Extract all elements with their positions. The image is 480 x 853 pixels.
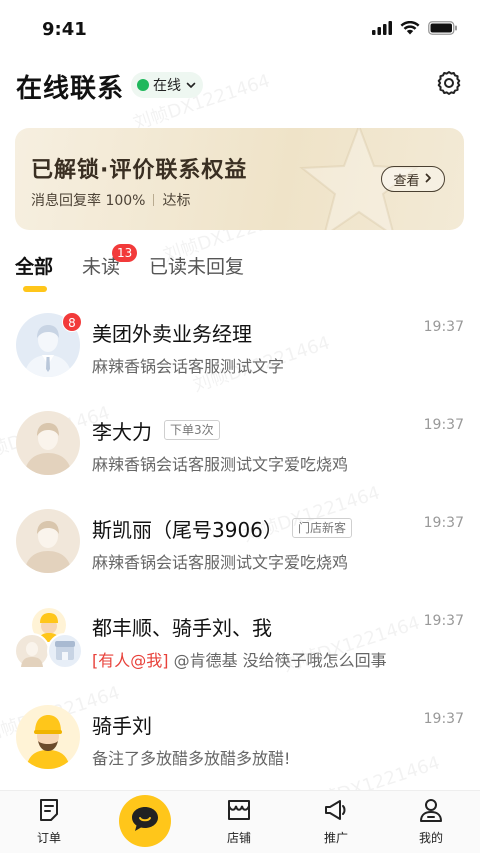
tabbar-store[interactable]: 店铺 xyxy=(209,797,269,846)
rider-avatar xyxy=(16,705,80,769)
conversation-preview: 麻辣香锅会话客服测试文字爱吃烧鸡 xyxy=(92,553,349,572)
online-status-label: 在线 xyxy=(153,78,181,94)
header: 在线联系 在线 xyxy=(0,62,480,110)
tabbar-label: 我的 xyxy=(418,831,443,845)
conversation-name: 骑手刘 xyxy=(92,714,152,738)
conversation-time: 19:37 xyxy=(423,319,464,335)
signal-icon xyxy=(372,20,392,39)
conversation-item[interactable]: 8 美团外卖业务经理 麻辣香锅会话客服测试文字 19:37 xyxy=(0,305,480,401)
view-button[interactable]: 查看 xyxy=(381,166,445,192)
conversation-preview: 备注了多放醋多放醋多放醋! xyxy=(92,749,291,768)
user-avatar xyxy=(16,509,80,573)
conversation-item[interactable]: 斯凯丽（尾号3906） 门店新客 麻辣香锅会话客服测试文字爱吃烧鸡 19:37 xyxy=(0,501,480,597)
status-bar: 9:41 xyxy=(0,0,480,60)
divider xyxy=(153,194,155,206)
wifi-icon xyxy=(400,20,420,39)
conversation-name: 斯凯丽（尾号3906） xyxy=(92,518,283,542)
conversation-name: 美团外卖业务经理 xyxy=(92,322,252,346)
chat-icon xyxy=(130,805,160,837)
chat-tab-button[interactable] xyxy=(119,795,171,847)
chevron-down-icon xyxy=(185,76,197,95)
conversation-preview: 麻辣香锅会话客服测试文字 xyxy=(92,357,285,376)
bottom-tab-bar: 订单 店铺 推广 我的 xyxy=(0,790,480,853)
conversation-preview-text: @肯德基 没给筷子哦怎么回事 xyxy=(173,651,387,670)
tabbar-orders[interactable]: 订单 xyxy=(19,797,79,846)
conversation-preview: 麻辣香锅会话客服测试文字爱吃烧鸡 xyxy=(92,455,349,474)
conversation-item[interactable]: 李大力 下单3次 麻辣香锅会话客服测试文字爱吃烧鸡 19:37 xyxy=(0,403,480,499)
order-count-tag: 下单3次 xyxy=(164,420,220,440)
active-tab-indicator xyxy=(23,286,47,292)
status-icons xyxy=(372,20,458,39)
page-title: 在线联系 xyxy=(16,74,125,104)
new-customer-tag: 门店新客 xyxy=(292,518,353,538)
tabbar-profile[interactable]: 我的 xyxy=(401,797,461,846)
conversation-name: 都丰顺、骑手刘、我 xyxy=(92,616,272,640)
user-avatar xyxy=(16,411,80,475)
standard-text: 达标 xyxy=(162,193,191,209)
status-time: 9:41 xyxy=(42,19,87,40)
rights-banner[interactable]: 已解锁·评价联系权益 消息回复率 100% 达标 查看 xyxy=(15,128,464,230)
conversation-time: 19:37 xyxy=(423,417,464,433)
conversation-name: 李大力 xyxy=(92,420,152,444)
conversation-time: 19:37 xyxy=(423,515,464,531)
conversation-item[interactable]: 骑手刘 备注了多放醋多放醋多放醋! 19:37 xyxy=(0,697,480,793)
online-status-dropdown[interactable]: 在线 xyxy=(131,72,203,98)
banner-title: 已解锁·评价联系权益 xyxy=(31,158,248,183)
mention-tag: [有人@我] xyxy=(92,651,169,670)
chevron-right-icon xyxy=(423,172,433,187)
store-icon xyxy=(226,797,252,827)
tabbar-label: 推广 xyxy=(323,831,348,845)
conversation-preview: [有人@我] @肯德基 没给筷子哦怎么回事 xyxy=(92,647,387,671)
tabbar-label: 店铺 xyxy=(226,831,251,845)
view-button-label: 查看 xyxy=(393,173,420,189)
reply-rate-text: 消息回复率 100% xyxy=(31,193,146,209)
conversation-time: 19:37 xyxy=(423,711,464,727)
tab-all[interactable]: 全部 xyxy=(15,252,53,279)
tab-read-unreplied[interactable]: 已读未回复 xyxy=(149,252,244,279)
unread-count-badge: 13 xyxy=(112,244,138,262)
promote-icon xyxy=(323,797,349,827)
filter-tabs: 全部 未读 已读未回复 xyxy=(0,252,480,296)
unread-badge: 8 xyxy=(62,312,82,332)
banner-subtitle: 消息回复率 100% 达标 xyxy=(31,190,190,210)
group-avatar xyxy=(14,605,84,675)
tabbar-label: 订单 xyxy=(36,831,61,845)
conversation-time: 19:37 xyxy=(423,613,464,629)
settings-button[interactable] xyxy=(434,70,464,100)
battery-icon xyxy=(428,20,458,39)
conversation-item[interactable]: 都丰顺、骑手刘、我 [有人@我] @肯德基 没给筷子哦怎么回事 19:37 xyxy=(0,599,480,695)
profile-icon xyxy=(418,797,444,827)
tabbar-promote[interactable]: 推广 xyxy=(306,797,366,846)
gear-icon xyxy=(435,69,463,101)
order-icon xyxy=(36,797,62,827)
online-dot-icon xyxy=(137,79,149,91)
